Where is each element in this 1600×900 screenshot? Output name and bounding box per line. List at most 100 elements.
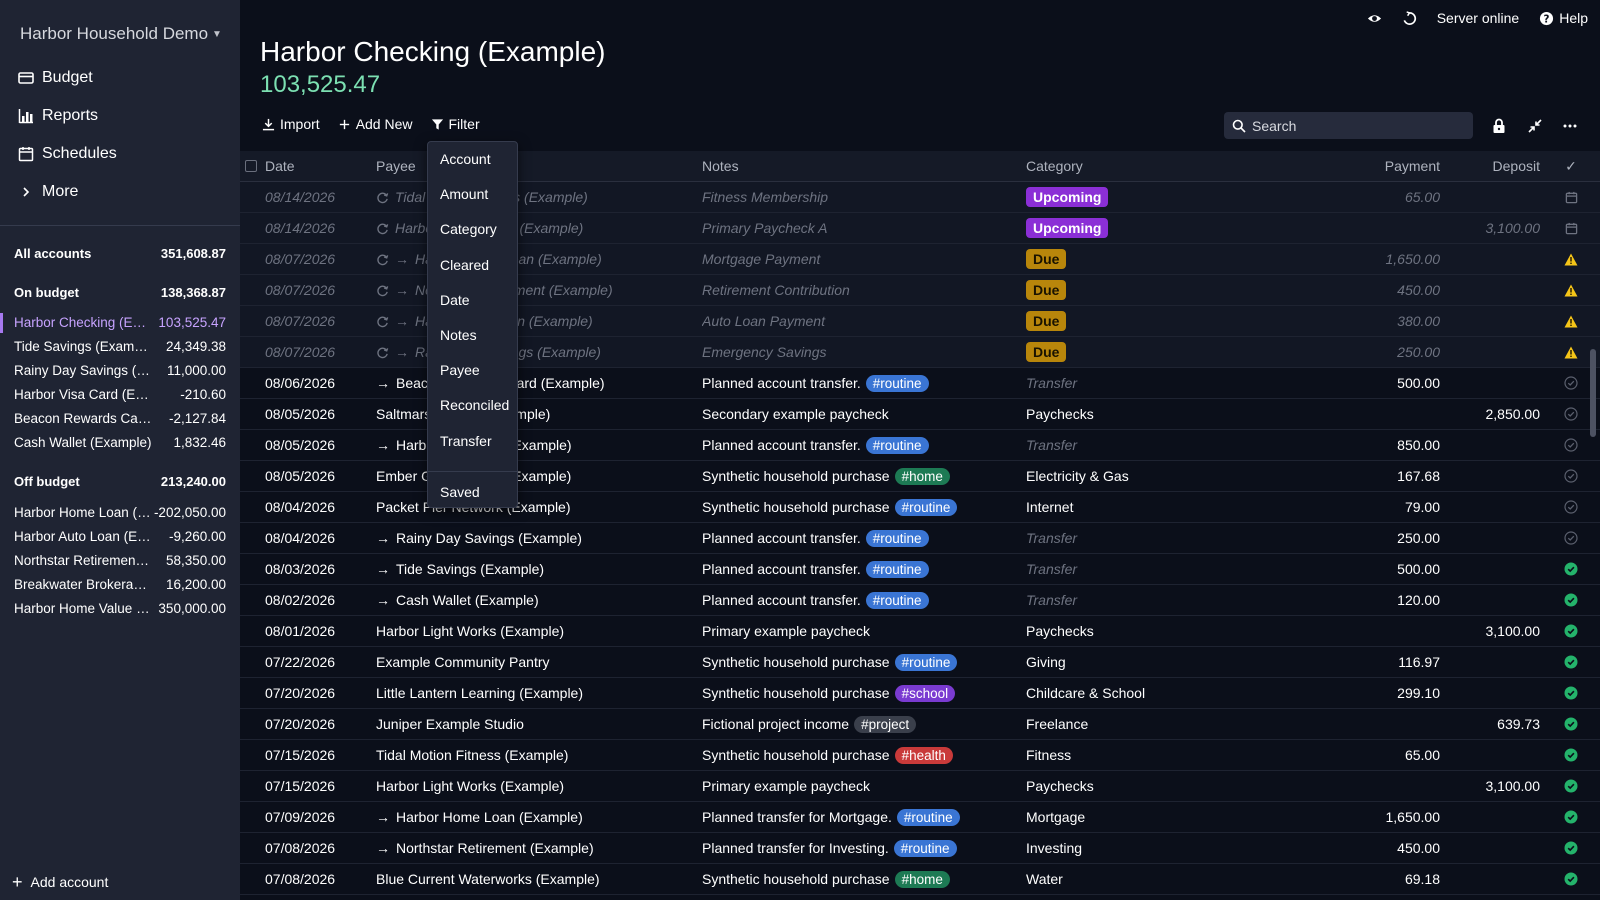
account-title[interactable]: Harbor Checking (Example) <box>260 36 605 68</box>
lock-icon[interactable] <box>1491 118 1507 134</box>
sidebar-account[interactable]: Northstar Retirement (Example) 58,350.00 <box>14 553 226 568</box>
cleared-outline-icon[interactable] <box>1562 407 1580 421</box>
filter-option-amount[interactable]: Amount <box>440 186 488 202</box>
cell-date[interactable]: 07/15/2026 <box>265 778 365 794</box>
cell-deposit[interactable]: 3,100.00 <box>1440 623 1541 639</box>
cell-notes[interactable]: Planned account transfer. #routine <box>702 374 1022 392</box>
cleared-outline-icon[interactable] <box>1562 376 1580 390</box>
table-row[interactable]: 07/20/2026 Juniper Example Studio Fictiona… <box>240 709 1600 740</box>
cell-date[interactable]: 08/07/2026 <box>265 313 365 329</box>
tag-badge[interactable]: #home <box>894 870 950 888</box>
cell-category[interactable]: Investing <box>1026 840 1286 856</box>
cell-payment[interactable]: 250.00 <box>1290 344 1440 360</box>
filter-option-notes[interactable]: Notes <box>440 327 477 343</box>
cell-date[interactable]: 08/03/2026 <box>265 561 365 577</box>
calendar-icon[interactable] <box>1562 222 1580 235</box>
sidebar-account[interactable]: Harbor Home Value (Example) 350,000.00 <box>14 601 226 616</box>
sidebar-account[interactable]: Beacon Rewards Card (Example) -2,127.84 <box>14 411 226 426</box>
cell-notes[interactable]: Planned account transfer. #routine <box>702 436 1022 454</box>
cell-payee[interactable]: →Harbor Auto Loan (Example) <box>376 313 686 329</box>
cell-category[interactable]: Water <box>1026 871 1286 887</box>
cell-payee[interactable]: → Cash Wallet (Example) <box>376 592 686 608</box>
warning-icon[interactable] <box>1562 253 1580 266</box>
cleared-check-icon[interactable] <box>1562 748 1580 762</box>
table-row[interactable]: 08/04/2026 → Rainy Day Savings (Example) Pl… <box>240 523 1600 554</box>
cell-date[interactable]: 08/04/2026 <box>265 530 365 546</box>
cleared-outline-icon[interactable] <box>1562 438 1580 452</box>
cell-payment[interactable]: 1,650.00 <box>1290 809 1441 825</box>
sidebar-account[interactable]: Harbor Auto Loan (Example) -9,260.00 <box>14 529 226 544</box>
cell-payment[interactable]: 1,650.00 <box>1290 251 1441 267</box>
cell-date[interactable]: 08/14/2026 <box>265 220 365 236</box>
table-row[interactable]: 07/09/2026 → Harbor Home Loan (Example) Pla… <box>240 802 1600 833</box>
cell-notes[interactable]: Synthetic household purchase #home <box>702 870 1022 888</box>
cleared-outline-icon[interactable] <box>1562 500 1580 514</box>
cell-date[interactable]: 08/05/2026 <box>265 437 365 453</box>
cell-payee[interactable]: → Harbor Home Loan (Example) <box>376 809 686 825</box>
cell-deposit[interactable]: 2,850.00 <box>1440 406 1541 422</box>
cell-payee[interactable]: Harbor Light Works (Example) <box>376 623 686 639</box>
sync-button[interactable] <box>1402 10 1417 26</box>
more-options-icon[interactable] <box>1562 118 1578 134</box>
budget-name-menu[interactable]: Harbor Household Demo ▼ <box>20 24 222 44</box>
cell-category[interactable]: Transfer <box>1026 561 1286 577</box>
tag-badge[interactable]: #school <box>894 684 956 702</box>
cell-deposit[interactable]: 3,100.00 <box>1440 778 1541 794</box>
nav-budget[interactable]: Budget <box>18 66 93 90</box>
cell-date[interactable]: 07/20/2026 <box>265 716 365 732</box>
filter-option-cleared[interactable]: Cleared <box>440 257 489 273</box>
cell-payment[interactable]: 450.00 <box>1290 282 1440 298</box>
cell-payee[interactable]: Tidal Motion Fitness (Example) <box>376 747 686 763</box>
cell-date[interactable]: 07/15/2026 <box>265 747 365 763</box>
cell-notes[interactable]: Synthetic household purchase #health <box>702 746 1022 764</box>
cleared-check-icon[interactable] <box>1562 872 1580 886</box>
cell-category[interactable]: Due <box>1026 249 1286 269</box>
filter-option-payee[interactable]: Payee <box>440 362 480 378</box>
tag-badge[interactable]: #routine <box>865 436 929 454</box>
cell-date[interactable]: 07/09/2026 <box>265 809 365 825</box>
nav-more[interactable]: More <box>18 180 78 204</box>
cleared-check-icon[interactable] <box>1562 624 1580 638</box>
import-button[interactable]: Import <box>262 116 320 132</box>
tag-badge[interactable]: #routine <box>865 591 929 609</box>
cleared-check-icon[interactable] <box>1562 655 1580 669</box>
nav-reports[interactable]: Reports <box>18 104 98 128</box>
cell-date[interactable]: 08/04/2026 <box>265 499 365 515</box>
cell-category[interactable]: Freelance <box>1026 716 1286 732</box>
filter-option-account[interactable]: Account <box>440 151 491 167</box>
table-row[interactable]: 07/22/2026 Example Community Pantry Synthe… <box>240 647 1600 678</box>
cell-payee[interactable]: →Rainy Day Savings (Example) <box>376 344 686 360</box>
cell-notes[interactable]: Planned account transfer. #routine <box>702 529 1022 547</box>
cell-deposit[interactable]: 3,100.00 <box>1440 220 1541 236</box>
cell-payee[interactable]: →Harbor Visa Card (Example) <box>376 437 686 453</box>
tag-badge[interactable]: #home <box>894 467 950 485</box>
cell-category[interactable]: Transfer <box>1026 437 1286 453</box>
cleared-check-icon[interactable] <box>1562 717 1580 731</box>
cell-notes[interactable]: Primary example paycheck <box>702 778 1022 794</box>
cell-category[interactable]: Paychecks <box>1026 406 1286 422</box>
tag-badge[interactable]: #routine <box>893 839 957 857</box>
cell-payee[interactable]: →Beacon Rewards Card (Example) <box>376 375 686 391</box>
cell-payee[interactable]: Juniper Example Studio <box>376 716 686 732</box>
cell-payee[interactable]: Tidal Motion Fitness (Example) <box>376 189 686 205</box>
cell-payee[interactable]: Harbor Light Works (Example) <box>376 778 686 794</box>
cell-notes[interactable]: Emergency Savings <box>702 344 1022 360</box>
filter-option-date[interactable]: Date <box>440 292 470 308</box>
cell-payment[interactable]: 69.18 <box>1290 871 1440 887</box>
scrollbar-thumb[interactable] <box>1590 349 1596 437</box>
cell-category[interactable]: Internet <box>1026 499 1286 515</box>
table-row[interactable]: 07/20/2026 Little Lantern Learning (Examp… <box>240 678 1600 709</box>
cell-payee[interactable]: Ember Gas & Power (Example) <box>376 468 686 484</box>
off-budget-group[interactable]: Off budget 213,240.00 <box>14 474 226 489</box>
cell-notes[interactable]: Retirement Contribution <box>702 282 1022 298</box>
cleared-check-icon[interactable] <box>1562 810 1580 824</box>
cell-payee[interactable]: Example Community Pantry <box>376 654 686 670</box>
cell-payee[interactable]: Harbor Light Works (Example) <box>376 220 686 236</box>
warning-icon[interactable] <box>1562 284 1580 297</box>
cell-date[interactable]: 08/14/2026 <box>265 189 365 205</box>
cell-notes[interactable]: Secondary example paycheck <box>702 406 1022 422</box>
help-button[interactable]: ? Help <box>1539 10 1588 26</box>
cell-category[interactable]: Electricity & Gas <box>1026 468 1286 484</box>
cell-deposit[interactable]: 639.73 <box>1440 716 1540 732</box>
search-box[interactable] <box>1224 112 1473 139</box>
